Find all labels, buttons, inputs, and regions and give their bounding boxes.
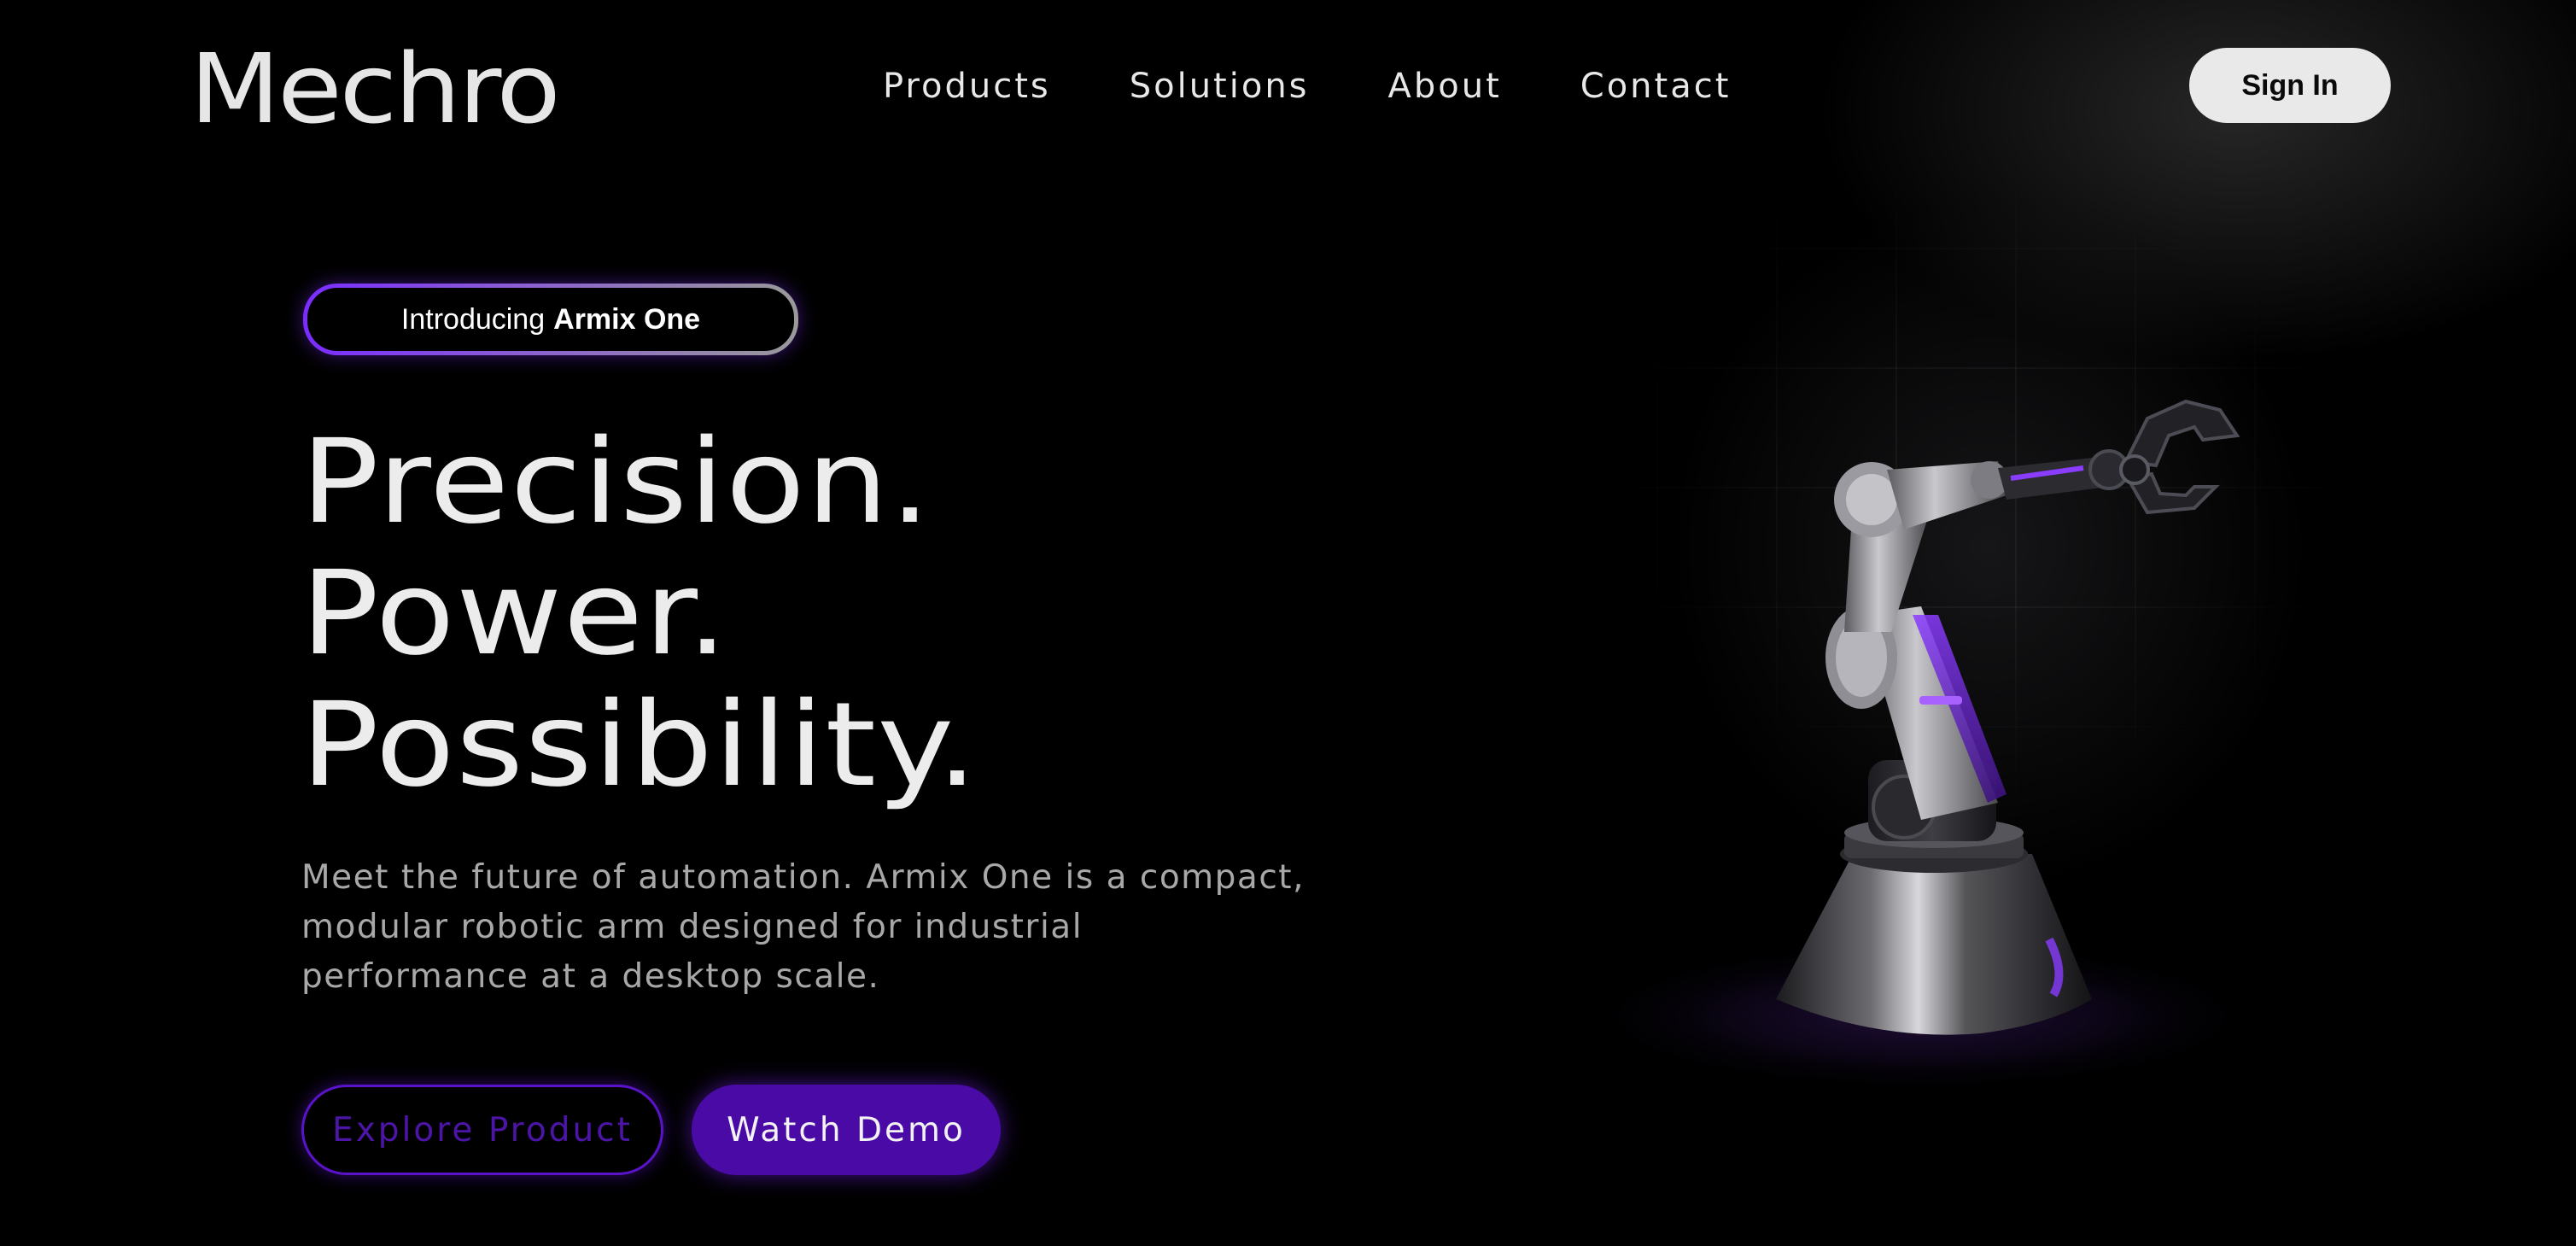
main-nav: Products Solutions About Contact bbox=[883, 61, 1731, 111]
badge-prefix: Introducing bbox=[400, 302, 546, 336]
headline-line-1: Precision. bbox=[301, 415, 932, 550]
nav-item-solutions[interactable]: Solutions bbox=[1130, 61, 1310, 111]
headline-line-2: Power. bbox=[301, 547, 729, 681]
watch-demo-button[interactable]: Watch Demo bbox=[692, 1085, 1001, 1175]
badge-product-name: Armix One bbox=[553, 302, 701, 336]
hero-description: Meet the future of automation. Armix One… bbox=[301, 858, 1305, 996]
hero-headline: Precision. Power. Possibility. bbox=[301, 417, 978, 811]
robotic-arm-illustration bbox=[1580, 399, 2263, 1093]
landing-page: Mechro Products Solutions About Contact … bbox=[0, 0, 2576, 1246]
brand-logo[interactable]: Mechro bbox=[190, 34, 561, 145]
headline-line-3: Possibility. bbox=[301, 678, 979, 813]
nav-item-about[interactable]: About bbox=[1388, 61, 1502, 111]
sign-in-button[interactable]: Sign In bbox=[2189, 48, 2391, 123]
nav-item-contact[interactable]: Contact bbox=[1580, 61, 1732, 111]
explore-product-button[interactable]: Explore Product bbox=[301, 1085, 663, 1175]
nav-item-products[interactable]: Products bbox=[883, 61, 1051, 111]
product-intro-badge[interactable]: Introducing Armix One bbox=[303, 284, 798, 355]
